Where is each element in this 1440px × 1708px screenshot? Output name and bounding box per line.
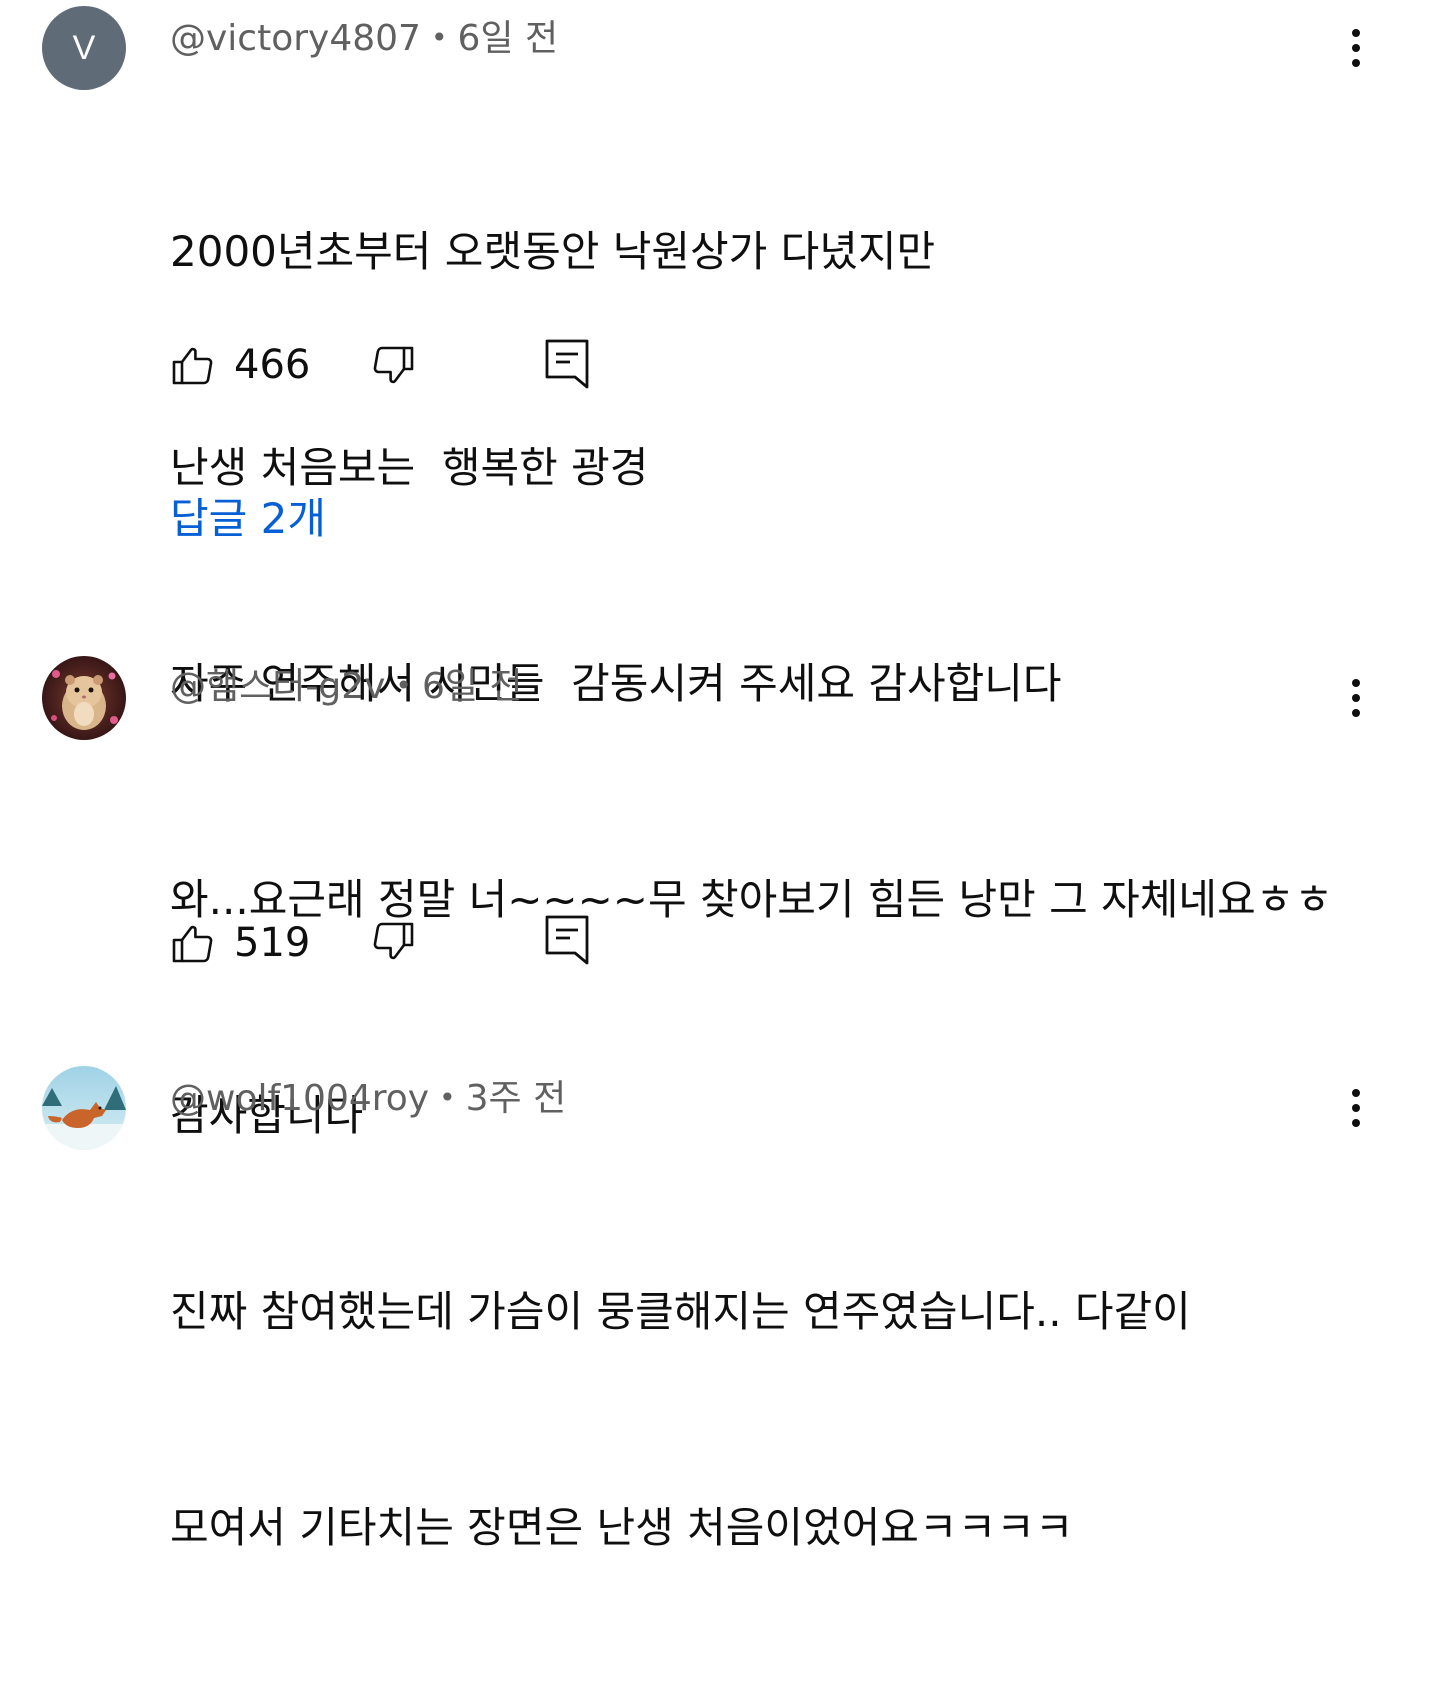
like-count: 519 — [234, 920, 311, 966]
like-button[interactable]: 519 — [170, 918, 310, 968]
thumbs-down-icon — [373, 922, 414, 960]
comment-meta: @햄스터-g2v • 6일 전 — [170, 664, 523, 709]
thumbs-up-icon — [172, 347, 213, 385]
hamster-avatar-image — [42, 656, 126, 740]
author-name[interactable]: @wolf1004roy — [170, 1078, 429, 1119]
avatar-letter: V — [72, 28, 96, 67]
comment-time[interactable]: 3주 전 — [466, 1078, 567, 1119]
avatar[interactable]: V — [42, 6, 126, 90]
more-vert-icon[interactable] — [1334, 1078, 1378, 1138]
view-replies-link[interactable]: 답글 2개 — [170, 494, 326, 544]
dislike-button[interactable] — [368, 918, 416, 966]
like-button[interactable]: 466 — [170, 340, 310, 390]
thumbs-up-icon — [172, 925, 213, 963]
comment-meta: @wolf1004roy • 3주 전 — [170, 1076, 566, 1121]
avatar[interactable] — [42, 1066, 126, 1150]
comment-time[interactable]: 6일 전 — [457, 18, 558, 59]
more-vert-icon[interactable] — [1334, 18, 1378, 78]
comment-time[interactable]: 6일 전 — [422, 666, 523, 707]
comment-line: 와...요근래 정말 너~~~~무 찾아보기 힘든 낭만 그 자체네요ㅎㅎ — [170, 875, 1333, 924]
comment-text: 진짜 참여했는데 가슴이 뭉클해지는 연주였습니다.. 다같이 모여서 기타치는… — [170, 1132, 1191, 1708]
meta-separator: • — [439, 1081, 456, 1114]
comment-line: 2000년초부터 오랫동안 낙원상가 다녔지만 — [170, 227, 936, 276]
avatar[interactable] — [42, 656, 126, 740]
comment-line: 진짜 참여했는데 가슴이 뭉클해지는 연주였습니다.. 다같이 — [170, 1287, 1191, 1336]
reply-button[interactable] — [544, 338, 590, 390]
comment-line: 모여서 기타치는 장면은 난생 처음이었어요ㅋㅋㅋㅋ — [170, 1503, 1074, 1552]
reply-icon — [545, 915, 589, 965]
reply-icon — [545, 339, 589, 389]
thumbs-down-icon — [373, 346, 414, 384]
author-name[interactable]: @victory4807 — [170, 18, 421, 59]
comment-meta: @victory4807 • 6일 전 — [170, 16, 558, 61]
meta-separator: • — [430, 21, 448, 54]
meta-separator: • — [395, 669, 412, 702]
like-count: 466 — [234, 342, 311, 388]
fox-avatar-image — [42, 1066, 126, 1150]
dislike-button[interactable] — [368, 342, 416, 390]
reply-button[interactable] — [544, 914, 590, 966]
author-name[interactable]: @햄스터-g2v — [170, 666, 385, 707]
more-vert-icon[interactable] — [1334, 668, 1378, 728]
